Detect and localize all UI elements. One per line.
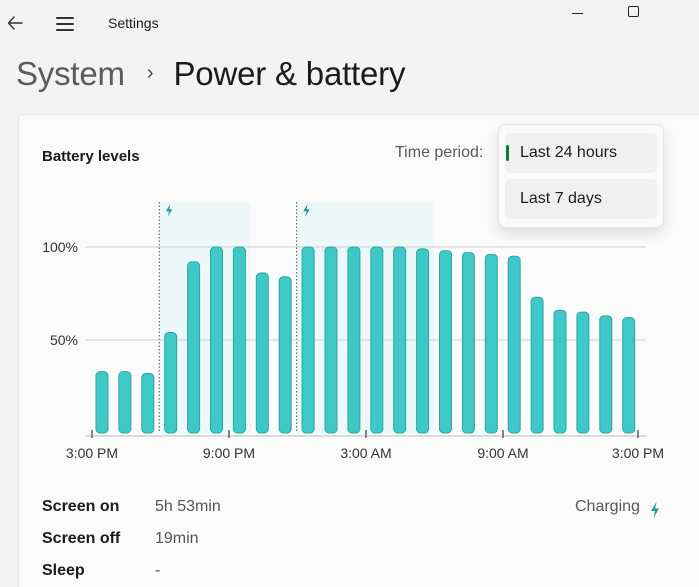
- battery-bar: [484, 253, 498, 434]
- option-last-7-days[interactable]: Last 7 days: [505, 179, 657, 219]
- charging-legend-label: Charging: [575, 498, 640, 515]
- battery-bar: [118, 371, 132, 434]
- screen-on-value: 5h 53min: [155, 498, 221, 515]
- option-label: Last 24 hours: [520, 144, 617, 161]
- battery-bar: [439, 250, 452, 434]
- battery-bar: [347, 246, 361, 434]
- sleep-label: Sleep: [42, 562, 85, 579]
- battery-bar: [507, 255, 521, 434]
- selected-indicator: [506, 145, 509, 161]
- battery-bar: [599, 315, 613, 434]
- x-tick-label: 3:00 PM: [66, 445, 118, 461]
- battery-bar: [95, 371, 109, 434]
- x-tick-label: 3:00 PM: [612, 445, 664, 461]
- x-tick-label: 9:00 PM: [203, 445, 255, 461]
- battery-bar: [141, 372, 155, 434]
- option-last-24-hours[interactable]: Last 24 hours: [505, 133, 657, 173]
- battery-bar: [416, 248, 430, 434]
- battery-bar: [324, 246, 338, 434]
- x-tick-label: 9:00 AM: [477, 445, 528, 461]
- screen-on-label: Screen on: [42, 498, 120, 515]
- battery-bar: [187, 261, 201, 434]
- battery-bar: [530, 296, 544, 434]
- battery-bar: [461, 252, 475, 434]
- x-tick-label: 3:00 AM: [340, 445, 391, 461]
- time-period-label: Time period:: [395, 144, 484, 161]
- battery-levels-title: Battery levels: [42, 148, 140, 165]
- battery-bar: [255, 272, 269, 434]
- battery-bar: [278, 276, 292, 434]
- screen-off-value: 19min: [155, 530, 199, 547]
- battery-bar: [622, 317, 636, 434]
- battery-bar: [210, 246, 223, 434]
- battery-bar: [370, 246, 384, 434]
- charging-period-band: [296, 202, 435, 433]
- lightning-bolt-icon: [651, 502, 659, 518]
- y-tick-label: 100%: [42, 239, 78, 255]
- battery-bar: [232, 246, 246, 434]
- battery-bar: [576, 311, 590, 434]
- screen-off-label: Screen off: [42, 530, 121, 547]
- time-period-dropdown[interactable]: Last 24 hours Last 7 days: [498, 124, 664, 228]
- battery-chart: 100% 50% 3:00 PM 9:00 PM 3:00 AM 9:00 AM 3:00 …: [42, 202, 664, 461]
- battery-bar: [164, 332, 178, 434]
- battery-bar: [393, 246, 407, 434]
- battery-bar: [553, 309, 567, 434]
- battery-bar: [301, 246, 315, 434]
- sleep-value: -: [155, 562, 161, 579]
- y-tick-label: 50%: [50, 332, 78, 348]
- option-label: Last 7 days: [520, 190, 602, 207]
